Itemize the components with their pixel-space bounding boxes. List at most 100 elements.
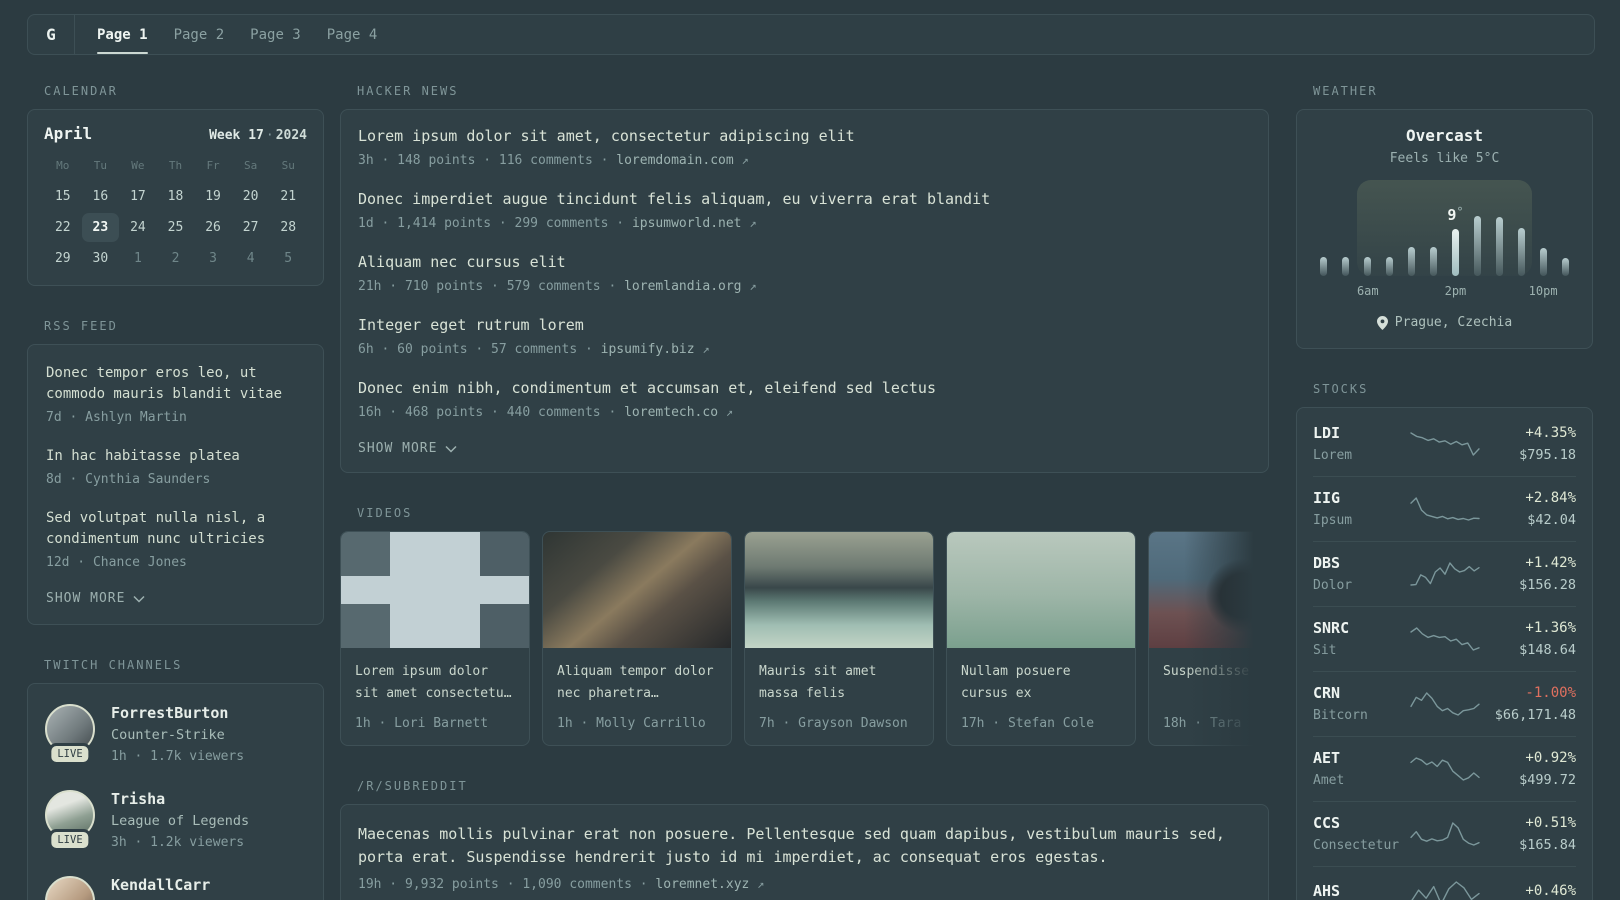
rss-item: In hac habitasse platea 8d · Cynthia Sau… xyxy=(46,446,305,489)
stock-row[interactable]: AET Amet +0.92% $499.72 xyxy=(1313,736,1576,801)
video-title[interactable]: Aliquam tempor dolor nec pharetra… xyxy=(557,661,717,705)
stock-change: +0.51% xyxy=(1525,815,1576,831)
location-pin-icon xyxy=(1376,315,1388,330)
rss-item-title[interactable]: Donec tempor eros leo, ut commodo mauris… xyxy=(46,363,305,405)
video-thumbnail[interactable] xyxy=(1149,532,1269,648)
hn-item: Donec imperdiet augue tincidunt felis al… xyxy=(358,189,1251,233)
rss-item-meta: 12d · Chance Jones xyxy=(46,555,187,570)
reddit-card: Maecenas mollis pulvinar erat non posuer… xyxy=(340,804,1269,900)
video-thumbnail[interactable] xyxy=(341,532,529,648)
tab-page-3[interactable]: Page 3 xyxy=(240,15,311,54)
stock-price: $66,171.48 xyxy=(1494,707,1576,723)
stock-ticker: IIG xyxy=(1313,489,1341,507)
stock-row[interactable]: AHS +0.46% xyxy=(1313,866,1576,900)
videos-row: Lorem ipsum dolor sit amet consectetu… 1… xyxy=(340,531,1269,746)
twitch-channel[interactable]: LIVE ForrestBurton Counter-Strike 1h · 1… xyxy=(45,704,306,765)
channel-meta: 3h · 1.2k viewers xyxy=(111,835,245,850)
external-link-icon: ↗ xyxy=(749,216,757,230)
tab-page-1[interactable]: Page 1 xyxy=(87,15,158,54)
stock-sparkline xyxy=(1409,497,1480,521)
video-thumbnail[interactable] xyxy=(745,532,933,648)
calendar-day: 4 xyxy=(246,251,255,266)
channel-name[interactable]: KendallCarr xyxy=(111,876,210,895)
video-card[interactable]: Mauris sit amet massa felis 7h · Grayson… xyxy=(744,531,934,746)
twitch-label: TWITCH CHANNELS xyxy=(44,658,183,672)
hackernews-label: HACKER NEWS xyxy=(357,84,459,98)
weather-bars xyxy=(1313,192,1576,276)
stock-row[interactable]: CRN Bitcorn -1.00% $66,171.48 xyxy=(1313,671,1576,736)
stock-row[interactable]: SNRC Sit +1.36% $148.64 xyxy=(1313,606,1576,671)
hn-show-more-button[interactable]: SHOW MORE xyxy=(358,441,1251,456)
weather-location: Prague, Czechia xyxy=(1313,315,1576,330)
weather-current-temp: 9° xyxy=(1447,204,1464,224)
rss-label: RSS FEED xyxy=(44,319,118,333)
calendar-day: 23 xyxy=(81,213,120,242)
domain-link[interactable]: ipsumify.biz xyxy=(601,342,695,357)
rss-show-more-button[interactable]: SHOW MORE xyxy=(46,591,305,606)
stock-name: Bitcorn xyxy=(1313,708,1368,723)
twitch-channel[interactable]: LIVE KendallCarr xyxy=(45,876,306,900)
location-text: Prague, Czechia xyxy=(1394,315,1513,330)
calendar-day: 3 xyxy=(209,251,217,266)
twitch-channel[interactable]: LIVE Trisha League of Legends 3h · 1.2k … xyxy=(45,790,306,851)
rss-card: Donec tempor eros leo, ut commodo mauris… xyxy=(27,344,324,625)
domain-link[interactable]: ipsumworld.net xyxy=(632,216,742,231)
hn-item-title[interactable]: Integer eget rutrum lorem xyxy=(358,315,1251,335)
channel-name[interactable]: ForrestBurton xyxy=(111,704,244,723)
stock-ticker: LDI xyxy=(1313,424,1341,442)
video-title[interactable]: Nullam posuere cursus ex xyxy=(961,661,1121,705)
hn-item: Lorem ipsum dolor sit amet, consectetur … xyxy=(358,126,1251,170)
hn-item-title[interactable]: Donec imperdiet augue tincidunt felis al… xyxy=(358,189,1251,209)
calendar-day: 17 xyxy=(130,189,146,204)
calendar-card: April Week 17 · 2024 Mo Tu We Th Fr Sa Su … xyxy=(27,109,324,286)
live-badge: LIVE xyxy=(51,746,89,762)
reddit-widget: /R/SUBREDDIT Maecenas mollis pulvinar er… xyxy=(340,779,1269,900)
hn-item-title[interactable]: Aliquam nec cursus elit xyxy=(358,252,1251,272)
stock-change: +4.35% xyxy=(1525,425,1576,441)
twitch-card: LIVE ForrestBurton Counter-Strike 1h · 1… xyxy=(27,683,324,900)
weather-bar xyxy=(1561,258,1569,276)
video-title[interactable]: Mauris sit amet massa felis xyxy=(759,661,919,705)
weather-label: WEATHER xyxy=(1313,84,1378,98)
stock-sparkline xyxy=(1409,562,1480,586)
stock-row[interactable]: DBS Dolor +1.42% $156.28 xyxy=(1313,541,1576,606)
domain-link[interactable]: loremlandia.org xyxy=(624,279,741,294)
domain-link[interactable]: loremnet.xyz xyxy=(655,877,749,892)
video-meta: 7h · Grayson Dawson xyxy=(759,716,908,731)
calendar-day: 2 xyxy=(171,251,180,266)
video-title[interactable]: Suspendisse diam xyxy=(1163,661,1269,705)
stock-row[interactable]: CCS Consectetur +0.51% $165.84 xyxy=(1313,801,1576,866)
video-meta: 1h · Molly Carrillo xyxy=(557,716,706,731)
video-card[interactable]: Suspendisse diam 18h · Tara xyxy=(1148,531,1269,746)
stock-ticker: AET xyxy=(1313,749,1341,767)
videos-label: VIDEOS xyxy=(357,506,413,520)
video-card[interactable]: Lorem ipsum dolor sit amet consectetu… 1… xyxy=(340,531,530,746)
rss-item-title[interactable]: In hac habitasse platea xyxy=(46,446,305,467)
tab-page-4[interactable]: Page 4 xyxy=(317,15,388,54)
hn-item-title[interactable]: Lorem ipsum dolor sit amet, consectetur … xyxy=(358,126,1251,146)
weekday-row: Mo Tu We Th Fr Sa Su xyxy=(44,159,307,172)
external-link-icon: ↗ xyxy=(749,279,757,293)
app-logo[interactable]: G xyxy=(28,15,74,54)
channel-name[interactable]: Trisha xyxy=(111,790,249,809)
week-year-separator: · xyxy=(265,128,274,143)
weather-feels-like: Feels like 5°C xyxy=(1389,151,1500,166)
reddit-post-title[interactable]: Maecenas mollis pulvinar erat non posuer… xyxy=(358,823,1251,869)
video-thumbnail[interactable] xyxy=(947,532,1135,648)
domain-link[interactable]: loremdomain.com xyxy=(616,153,733,168)
weather-card: Overcast Feels like 5°C 9° 6am 2pm 10pm Pr… xyxy=(1296,109,1593,349)
video-thumbnail[interactable] xyxy=(543,532,731,648)
stock-price: $148.64 xyxy=(1519,642,1576,658)
domain-link[interactable]: loremtech.co xyxy=(624,405,718,420)
video-card[interactable]: Nullam posuere cursus ex 17h · Stefan Co… xyxy=(946,531,1136,746)
hn-item-meta: 3h · 148 points · 116 comments · loremdo… xyxy=(358,153,749,168)
stock-row[interactable]: LDI Lorem +4.35% $795.18 xyxy=(1313,412,1576,476)
hn-item-title[interactable]: Donec enim nibh, condimentum et accumsan… xyxy=(358,378,1251,398)
tab-page-2[interactable]: Page 2 xyxy=(164,15,235,54)
stock-row[interactable]: IIG Ipsum +2.84% $42.04 xyxy=(1313,476,1576,541)
stock-ticker: SNRC xyxy=(1313,619,1350,637)
rss-item-title[interactable]: Sed volutpat nulla nisl, a condimentum n… xyxy=(46,508,305,550)
calendar-day: 29 xyxy=(54,251,71,266)
video-card[interactable]: Aliquam tempor dolor nec pharetra… 1h · … xyxy=(542,531,732,746)
video-title[interactable]: Lorem ipsum dolor sit amet consectetu… xyxy=(355,661,515,705)
